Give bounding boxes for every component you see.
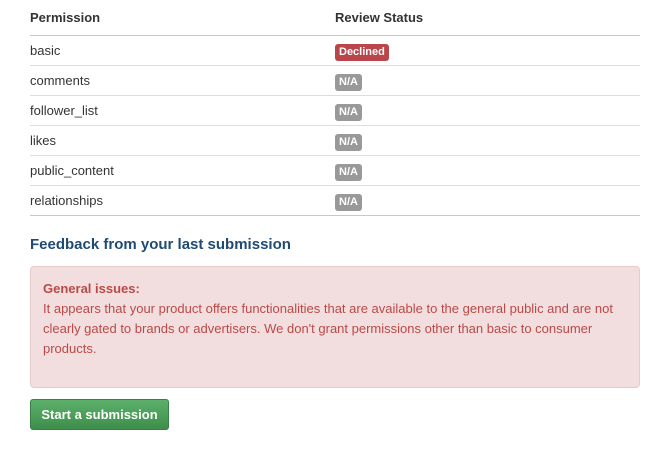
permission-column-header: Permission: [30, 0, 335, 36]
status-badge-na: N/A: [335, 193, 362, 211]
review-status-cell: N/A: [335, 155, 640, 186]
table-row: public_content N/A: [30, 155, 640, 186]
alert-message: It appears that your product offers func…: [43, 301, 613, 356]
permission-name: follower_list: [30, 95, 335, 126]
feedback-alert: General issues: It appears that your pro…: [30, 266, 640, 388]
review-status-cell: N/A: [335, 65, 640, 96]
feedback-title: Feedback from your last submission: [30, 236, 291, 253]
table-header-row: Permission Review Status: [30, 0, 640, 36]
permission-name: basic: [30, 35, 335, 66]
permission-name: relationships: [30, 185, 335, 216]
table-row: relationships N/A: [30, 185, 640, 216]
review-status-cell: Declined: [335, 35, 640, 66]
permission-name: public_content: [30, 155, 335, 186]
permission-name: comments: [30, 65, 335, 96]
review-status-cell: N/A: [335, 125, 640, 156]
status-badge-na: N/A: [335, 163, 362, 181]
table-row: basic Declined: [30, 35, 640, 66]
permissions-table: Permission Review Status basic Declined …: [30, 0, 640, 216]
start-submission-button[interactable]: Start a submission: [30, 399, 169, 430]
table-row: follower_list N/A: [30, 95, 640, 126]
status-badge-na: N/A: [335, 73, 362, 91]
review-status-column-header: Review Status: [335, 0, 640, 36]
review-status-cell: N/A: [335, 185, 640, 216]
permissions-page: Permission Review Status basic Declined …: [0, 0, 658, 460]
alert-heading: General issues:: [43, 281, 140, 296]
table-row: likes N/A: [30, 125, 640, 156]
status-badge-na: N/A: [335, 133, 362, 151]
status-badge-na: N/A: [335, 103, 362, 121]
table-row: comments N/A: [30, 65, 640, 96]
permission-name: likes: [30, 125, 335, 156]
status-badge-declined: Declined: [335, 43, 389, 61]
review-status-cell: N/A: [335, 95, 640, 126]
